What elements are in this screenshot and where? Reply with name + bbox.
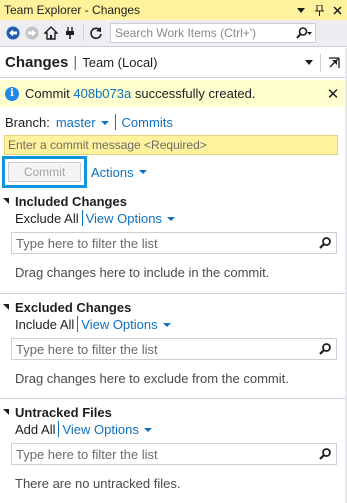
link-separator <box>58 421 60 437</box>
commits-link[interactable]: Commits <box>122 115 173 130</box>
excluded-filter-input[interactable]: Type here to filter the list <box>11 338 337 360</box>
back-arrow-icon[interactable] <box>4 24 22 42</box>
page-header: Changes | Team (Local) <box>0 48 347 78</box>
commit-notification: i Commit 408b073a successfully created. … <box>0 80 347 107</box>
commit-message-placeholder: Enter a commit message <Required> <box>8 138 207 152</box>
pin-icon[interactable] <box>311 1 327 19</box>
chevron-down-icon <box>143 428 152 433</box>
chevron-down-icon <box>166 217 175 222</box>
toolbar: Search Work Items (Ctrl+') <box>0 20 347 47</box>
plug-icon[interactable] <box>61 24 79 42</box>
collapse-triangle-icon <box>3 198 9 204</box>
collapse-triangle-icon <box>3 304 9 310</box>
collapse-triangle-icon <box>3 409 9 415</box>
search-placeholder: Search Work Items (Ctrl+') <box>115 26 257 40</box>
actions-dropdown[interactable]: Actions <box>91 165 147 180</box>
page-title: Changes <box>5 54 69 71</box>
view-options-label: View Options <box>62 421 139 437</box>
info-icon: i <box>5 86 19 101</box>
link-separator <box>77 316 79 332</box>
branch-dropdown[interactable]: master <box>56 115 109 130</box>
included-filter-input[interactable]: Type here to filter the list <box>11 232 337 254</box>
notification-suffix: successfully created. <box>131 86 256 101</box>
view-options-label: View Options <box>81 316 158 332</box>
filter-placeholder: Type here to filter the list <box>16 446 158 462</box>
untracked-files-section: Untracked Files Add All View Options Typ… <box>0 404 347 491</box>
header-separator <box>320 53 321 72</box>
filter-placeholder: Type here to filter the list <box>16 235 158 251</box>
commit-actions-row: Commit Actions <box>0 155 147 189</box>
commit-message-input[interactable]: Enter a commit message <Required> <box>4 135 338 155</box>
included-links: Exclude All View Options <box>0 209 347 227</box>
section-divider <box>0 293 347 294</box>
search-icon[interactable] <box>293 27 315 39</box>
branch-row: Branch: master Commits <box>5 113 173 131</box>
included-changes-section: Included Changes Exclude All View Option… <box>0 193 347 280</box>
title-separator: | <box>73 54 78 71</box>
window-menu-dropdown-icon[interactable] <box>293 1 309 19</box>
included-changes-header[interactable]: Included Changes <box>0 193 347 209</box>
excluded-hint: Drag changes here to exclude from the co… <box>15 371 289 386</box>
untracked-filter-input[interactable]: Type here to filter the list <box>11 443 337 465</box>
page-menu-dropdown-icon[interactable] <box>302 60 316 65</box>
view-options-dropdown[interactable]: View Options <box>62 421 152 437</box>
untracked-hint: There are no untracked files. <box>15 476 181 491</box>
refresh-icon[interactable] <box>87 24 105 42</box>
search-icon[interactable] <box>314 237 336 249</box>
window-title: Team Explorer - Changes <box>4 3 141 17</box>
page-context: Team (Local) <box>82 55 158 70</box>
window-title-bar: Team Explorer - Changes <box>0 0 347 20</box>
excluded-changes-header[interactable]: Excluded Changes <box>0 299 347 315</box>
search-icon[interactable] <box>314 448 336 460</box>
untracked-files-header[interactable]: Untracked Files <box>0 404 347 420</box>
view-options-dropdown[interactable]: View Options <box>81 316 171 332</box>
include-all-link[interactable]: Include All <box>15 317 74 332</box>
untracked-links: Add All View Options <box>0 420 347 438</box>
close-window-icon[interactable] <box>329 1 345 19</box>
chevron-down-icon <box>162 323 171 328</box>
chevron-down-icon <box>138 170 147 174</box>
exclude-all-link[interactable]: Exclude All <box>15 211 79 226</box>
actions-label: Actions <box>91 164 134 180</box>
section-title: Included Changes <box>15 193 127 209</box>
view-options-dropdown[interactable]: View Options <box>86 211 175 226</box>
section-title: Excluded Changes <box>15 299 132 315</box>
commit-id-link[interactable]: 408b073a <box>73 86 131 101</box>
included-hint: Drag changes here to include in the comm… <box>15 265 270 280</box>
view-options-label: View Options <box>85 210 162 226</box>
excluded-changes-section: Excluded Changes Include All View Option… <box>0 299 347 386</box>
close-icon[interactable]: ✕ <box>323 85 343 103</box>
section-title: Untracked Files <box>15 404 112 420</box>
section-divider <box>0 398 347 399</box>
commit-button[interactable]: Commit <box>8 162 81 182</box>
notification-message: Commit 408b073a successfully created. <box>25 86 323 101</box>
forward-arrow-icon[interactable] <box>23 24 41 42</box>
chevron-down-icon <box>100 121 109 126</box>
popout-icon[interactable] <box>325 56 343 69</box>
branch-name: master <box>55 114 96 130</box>
link-separator <box>81 210 83 226</box>
excluded-links: Include All View Options <box>0 315 347 333</box>
toolbar-separator <box>83 25 84 41</box>
home-icon[interactable] <box>42 24 60 42</box>
filter-placeholder: Type here to filter the list <box>16 341 158 357</box>
branch-separator <box>114 114 116 130</box>
notification-prefix: Commit <box>25 86 74 101</box>
add-all-link[interactable]: Add All <box>15 422 55 437</box>
search-work-items-input[interactable]: Search Work Items (Ctrl+') <box>110 23 316 43</box>
branch-label: Branch: <box>5 114 50 130</box>
search-icon[interactable] <box>314 343 336 355</box>
commit-button-highlight: Commit <box>2 156 87 188</box>
